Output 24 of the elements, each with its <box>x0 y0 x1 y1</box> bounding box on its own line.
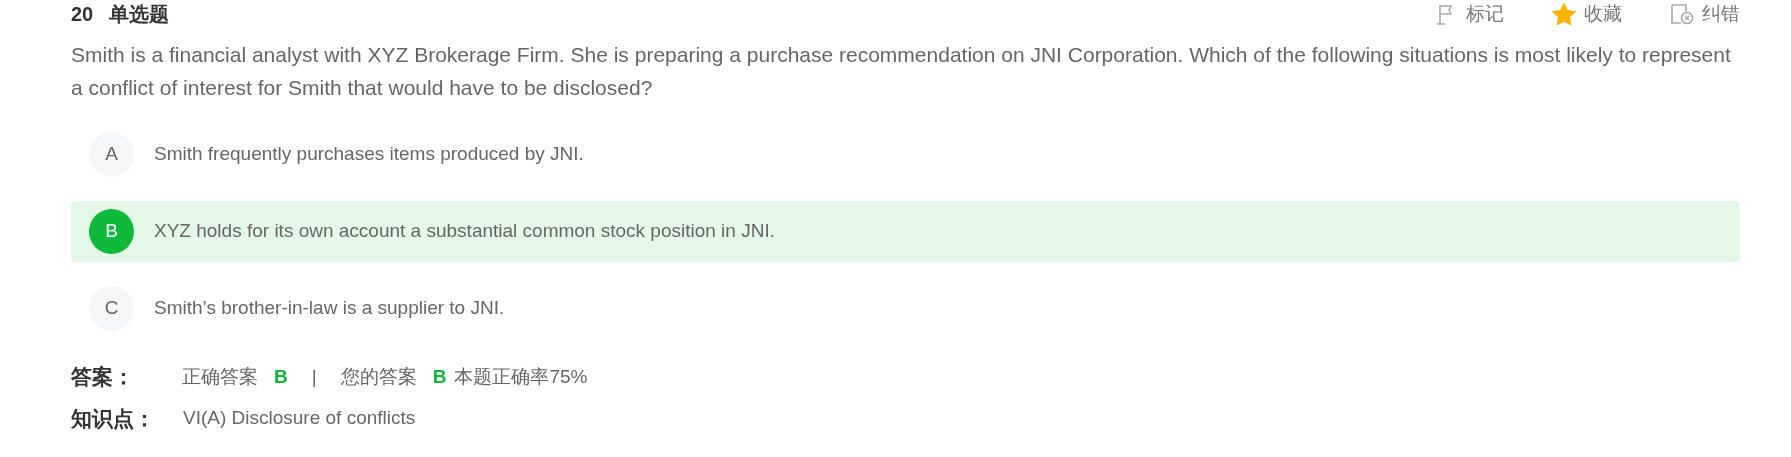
question-number: 20 <box>71 3 94 25</box>
question-text: Smith is a financial analyst with XYZ Brokerage Firm. She is preparing a purchase recommendation on JNI Corporation. Which of the following situations is most likely to represent a conflict of interest for Smith that would have to be disclosed? <box>71 42 1731 101</box>
answer-option[interactable]: A Smith frequently purchases items produced by JNI. <box>71 124 1740 185</box>
toolbar-action[interactable]: 纠错 <box>1670 3 1740 25</box>
accuracy-rate: 本题正确率75% <box>454 364 588 389</box>
option-text: XYZ holds for its own account a substantial common stock position in JNI. <box>154 219 775 244</box>
answer-option[interactable]: B XYZ holds for its own account a substantial common stock position in JNI. <box>71 201 1740 262</box>
answer-option[interactable]: C Smith’s brother-in-law is a supplier to JNI. <box>71 278 1740 339</box>
toolbar-action[interactable]: 收藏 <box>1552 3 1622 25</box>
correct-answer-label: 正确答案 <box>182 364 258 389</box>
your-answer-label: 您的答案 <box>340 364 417 389</box>
option-letter: B <box>89 209 134 254</box>
your-answer-value: B <box>432 364 447 389</box>
option-letter: C <box>89 286 134 331</box>
separator: | <box>311 364 317 389</box>
knowledge-point: VI(A) Disclosure of conflicts <box>183 406 416 430</box>
knowledge-label: 知识点： <box>71 405 155 432</box>
correct-answer-value: B <box>274 364 288 389</box>
answer-label: 答案： <box>71 364 134 390</box>
option-text: Smith frequently purchases items produced by JNI. <box>154 142 584 167</box>
question-type: 单选题 <box>109 3 170 25</box>
toolbar-action[interactable]: 标记 <box>1436 3 1504 25</box>
option-letter: A <box>89 132 134 177</box>
option-text: Smith’s brother-in-law is a supplier to JNI. <box>154 296 505 321</box>
